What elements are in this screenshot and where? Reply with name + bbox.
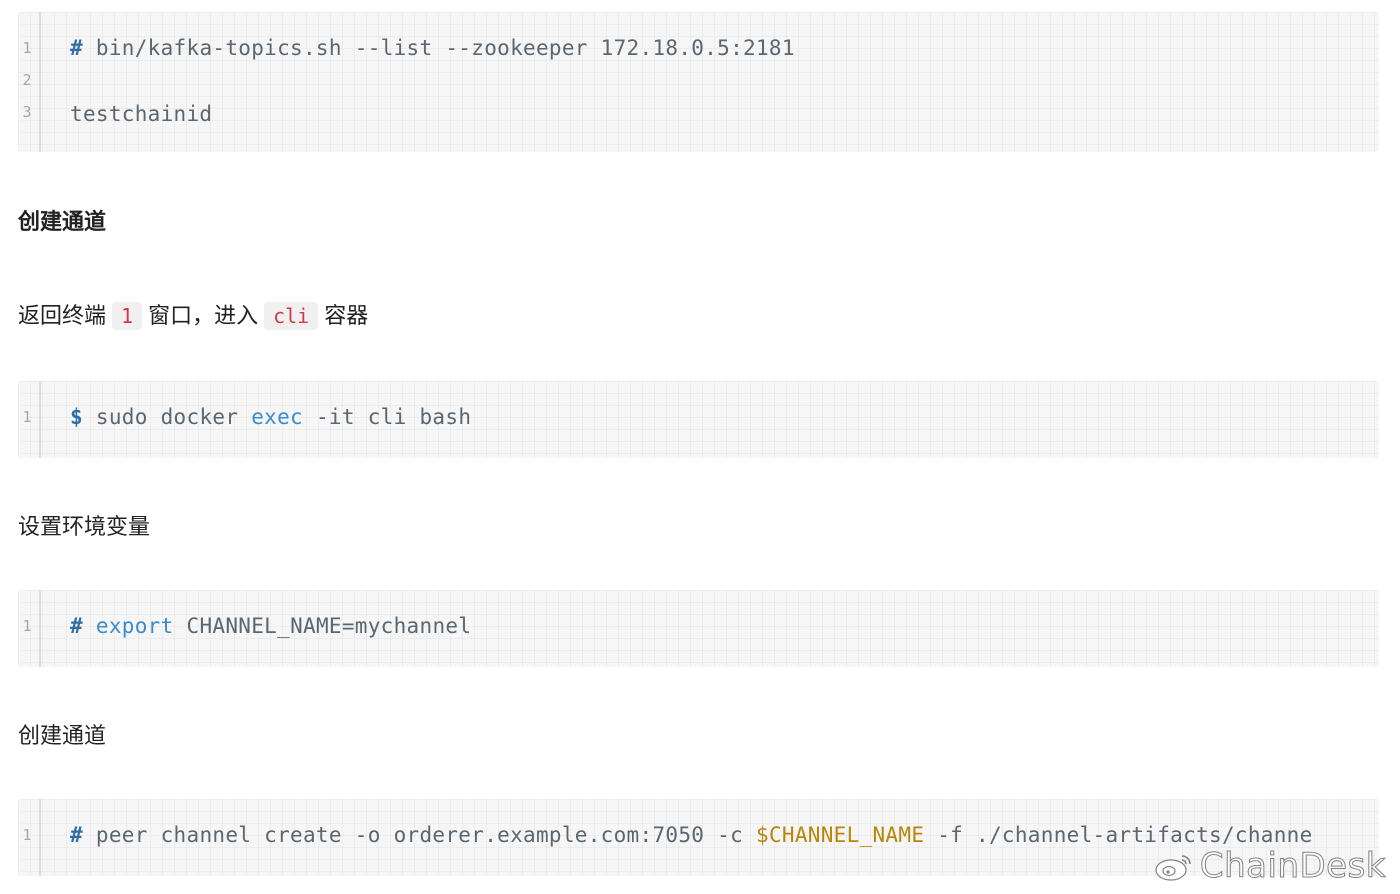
line-number: 2 <box>22 71 32 89</box>
prompt-symbol: # <box>70 36 83 60</box>
code-line: $ sudo docker exec -it cli bash <box>70 405 471 429</box>
document-page: 1 2 3 # bin/kafka-topics.sh --list --zoo… <box>0 0 1400 894</box>
code-block-export: 1 # export CHANNEL_NAME=mychannel <box>18 590 1379 667</box>
section-heading: 创建通道 <box>18 210 107 235</box>
code-line: # peer channel create -o orderer.example… <box>70 823 1313 847</box>
code-text: -it cli bash <box>303 405 472 429</box>
code-keyword: export <box>95 614 174 638</box>
line-number-gutter: 1 <box>18 799 41 876</box>
line-number: 1 <box>22 39 32 57</box>
line-number-gutter: 1 2 3 <box>18 12 41 152</box>
weibo-logo-icon <box>1155 855 1191 881</box>
prompt-symbol: # <box>70 614 83 638</box>
code-text: CHANNEL_NAME=mychannel <box>173 614 472 638</box>
paragraph-text: 容器 <box>324 304 369 329</box>
prompt-symbol: $ <box>70 405 83 429</box>
instruction-paragraph: 返回终端 1 窗口，进入 cli 容器 <box>18 298 368 330</box>
line-number: 1 <box>22 408 32 426</box>
watermark: ChainDesk <box>1154 846 1386 887</box>
code-line: # export CHANNEL_NAME=mychannel <box>70 614 471 638</box>
code-text: sudo docker <box>82 405 252 429</box>
line-number: 1 <box>22 826 32 844</box>
code-keyword: exec <box>251 405 303 429</box>
inline-code: cli <box>264 302 319 330</box>
code-text: bin/kafka-topics.sh --list --zookeeper 1… <box>82 36 795 60</box>
watermark-text: ChainDesk <box>1199 846 1386 887</box>
paragraph-text: 窗口，进入 <box>148 304 259 329</box>
line-number-gutter: 1 <box>18 381 41 458</box>
section-heading: 创建通道 <box>18 724 107 749</box>
line-number: 3 <box>22 103 32 121</box>
paragraph-text: 返回终端 <box>18 304 107 329</box>
line-number-gutter: 1 <box>18 590 41 667</box>
line-number: 1 <box>22 617 32 635</box>
code-variable: $CHANNEL_NAME <box>756 823 925 847</box>
prompt-symbol: # <box>70 823 83 847</box>
section-heading: 设置环境变量 <box>18 515 151 540</box>
code-text: peer channel create -o orderer.example.c… <box>82 823 756 847</box>
code-block-topics-list: 1 2 3 # bin/kafka-topics.sh --list --zoo… <box>18 12 1379 152</box>
code-line: testchainid <box>70 102 213 126</box>
code-block-docker-exec: 1 $ sudo docker exec -it cli bash <box>18 381 1379 458</box>
inline-code: 1 <box>112 302 143 330</box>
code-line: # bin/kafka-topics.sh --list --zookeeper… <box>70 36 795 60</box>
code-text: -f ./channel-artifacts/channe <box>924 823 1313 847</box>
